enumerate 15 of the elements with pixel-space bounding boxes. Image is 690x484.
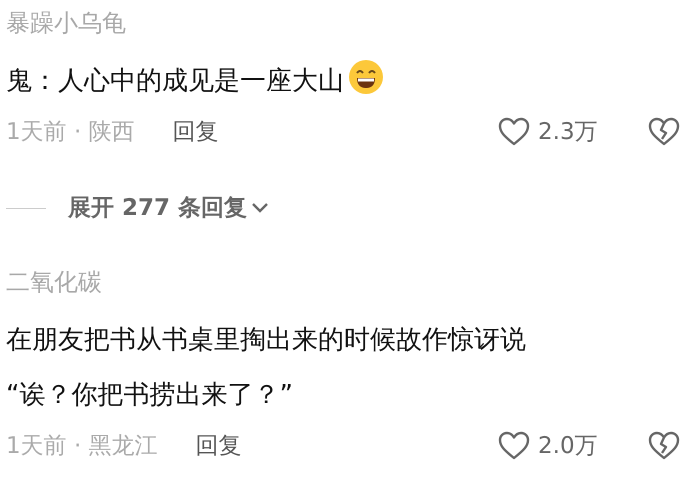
grinning-emoji-icon <box>348 59 384 95</box>
chevron-down-icon <box>251 202 270 214</box>
broken-heart-icon[interactable] <box>648 117 680 147</box>
reply-link[interactable]: 回复 <box>196 428 242 464</box>
time-location: 1天前 · 陕西 <box>6 118 135 147</box>
expand-replies-button[interactable]: 展开 277 条回复 <box>68 190 270 226</box>
heart-icon[interactable] <box>498 117 530 147</box>
time-location: 1天前 · 黑龙江 <box>6 432 158 461</box>
like-count: 2.0万 <box>538 432 599 461</box>
reply-link[interactable]: 回复 <box>172 114 219 150</box>
heart-icon[interactable] <box>498 431 530 461</box>
like-count: 2.3万 <box>538 118 599 147</box>
broken-heart-icon[interactable] <box>648 431 680 461</box>
comment-text: 鬼：人心中的成见是一座大山 <box>6 54 680 109</box>
comment-text: 在朋友把书从书桌里掏出来的时候故作惊讶说 “诶？你把书捞出来了？” <box>6 324 527 412</box>
